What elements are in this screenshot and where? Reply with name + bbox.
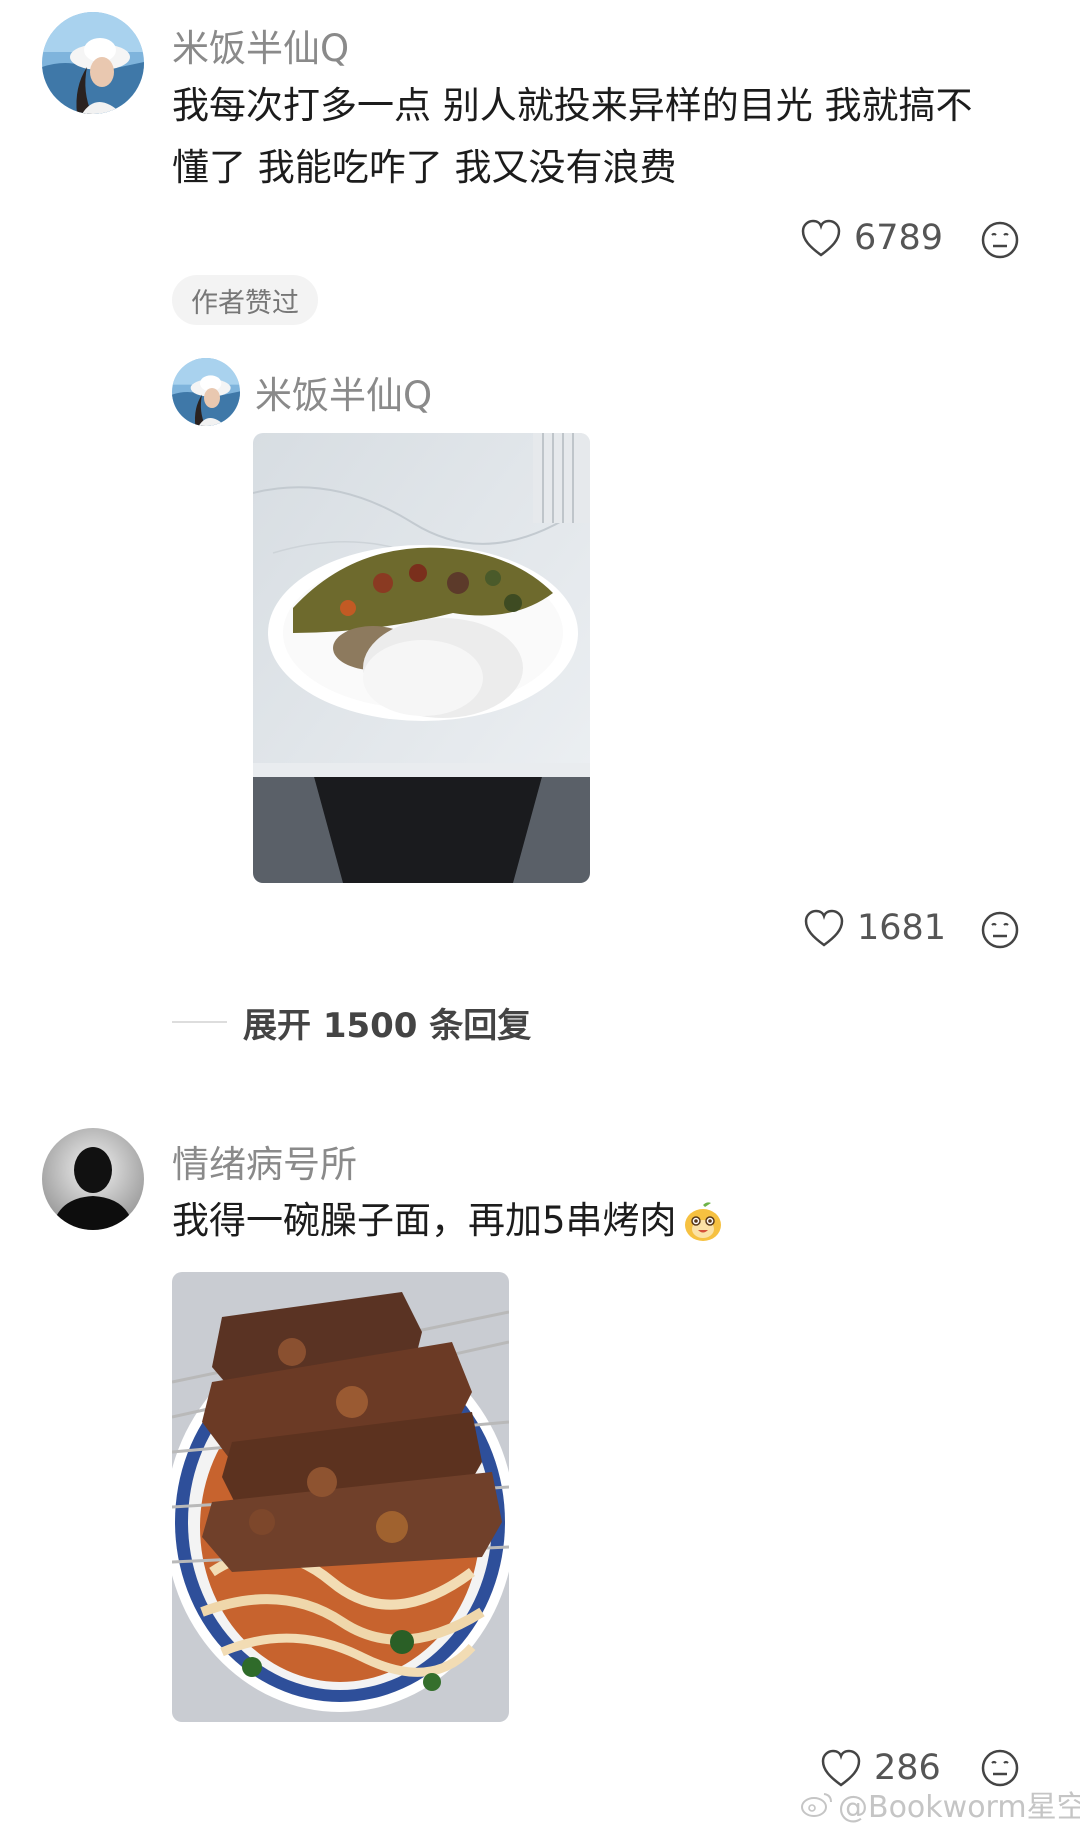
comment-thread: 米饭半仙Q 我每次打多一点 别人就投来异样的目光 我就搞不 懂了 我能吃咋了 我… [0,0,1080,1824]
comment-text-line: 我得一碗臊子面，再加5串烤肉 [172,1199,677,1242]
user-avatar-image [42,12,144,114]
comment-username[interactable]: 情绪病号所 [172,1134,357,1188]
watermark: @Bookworm星空 [800,1782,1080,1824]
reaction-button[interactable] [980,910,1020,954]
reaction-button[interactable] [980,220,1020,264]
comment-text: 我得一碗臊子面，再加5串烤肉 [172,1190,1052,1252]
food-photo-image [253,433,590,883]
like-count: 1681 [857,908,947,948]
avatar[interactable] [172,358,240,426]
weibo-logo-icon [801,1793,832,1817]
like-count: 6789 [854,218,944,258]
comment-text-line: 我每次打多一点 别人就投来异样的目光 我就搞不 [172,84,973,127]
comment-photo-noodles-skewers[interactable] [172,1272,509,1722]
emoji-sticker-icon [684,1202,721,1241]
avatar[interactable] [42,12,144,114]
heart-icon [801,219,841,257]
like-button[interactable]: 1681 [803,908,946,948]
heart-icon [804,909,844,947]
reply-username[interactable]: 米饭半仙Q [255,365,432,419]
like-button[interactable]: 6789 [800,218,943,258]
avatar[interactable] [42,1128,144,1230]
reply-photo-rice-plate[interactable] [253,433,590,883]
food-photo-image [172,1272,509,1722]
watermark-text: @Bookworm星空 [838,1790,1080,1824]
neutral-face-icon [981,911,1019,949]
comment-username[interactable]: 米饭半仙Q [172,18,349,72]
user-avatar-image [42,1128,144,1230]
user-avatar-image [172,358,240,426]
comment-text-line: 懂了 我能吃咋了 我又没有浪费 [172,146,677,189]
author-liked-badge: 作者赞过 [172,275,318,325]
comment-text: 我每次打多一点 别人就投来异样的目光 我就搞不 懂了 我能吃咋了 我又没有浪费 [172,75,1052,199]
expand-replies-button[interactable]: 展开 1500 条回复 [243,998,531,1047]
neutral-face-icon [981,221,1019,259]
expand-divider [172,1021,227,1023]
